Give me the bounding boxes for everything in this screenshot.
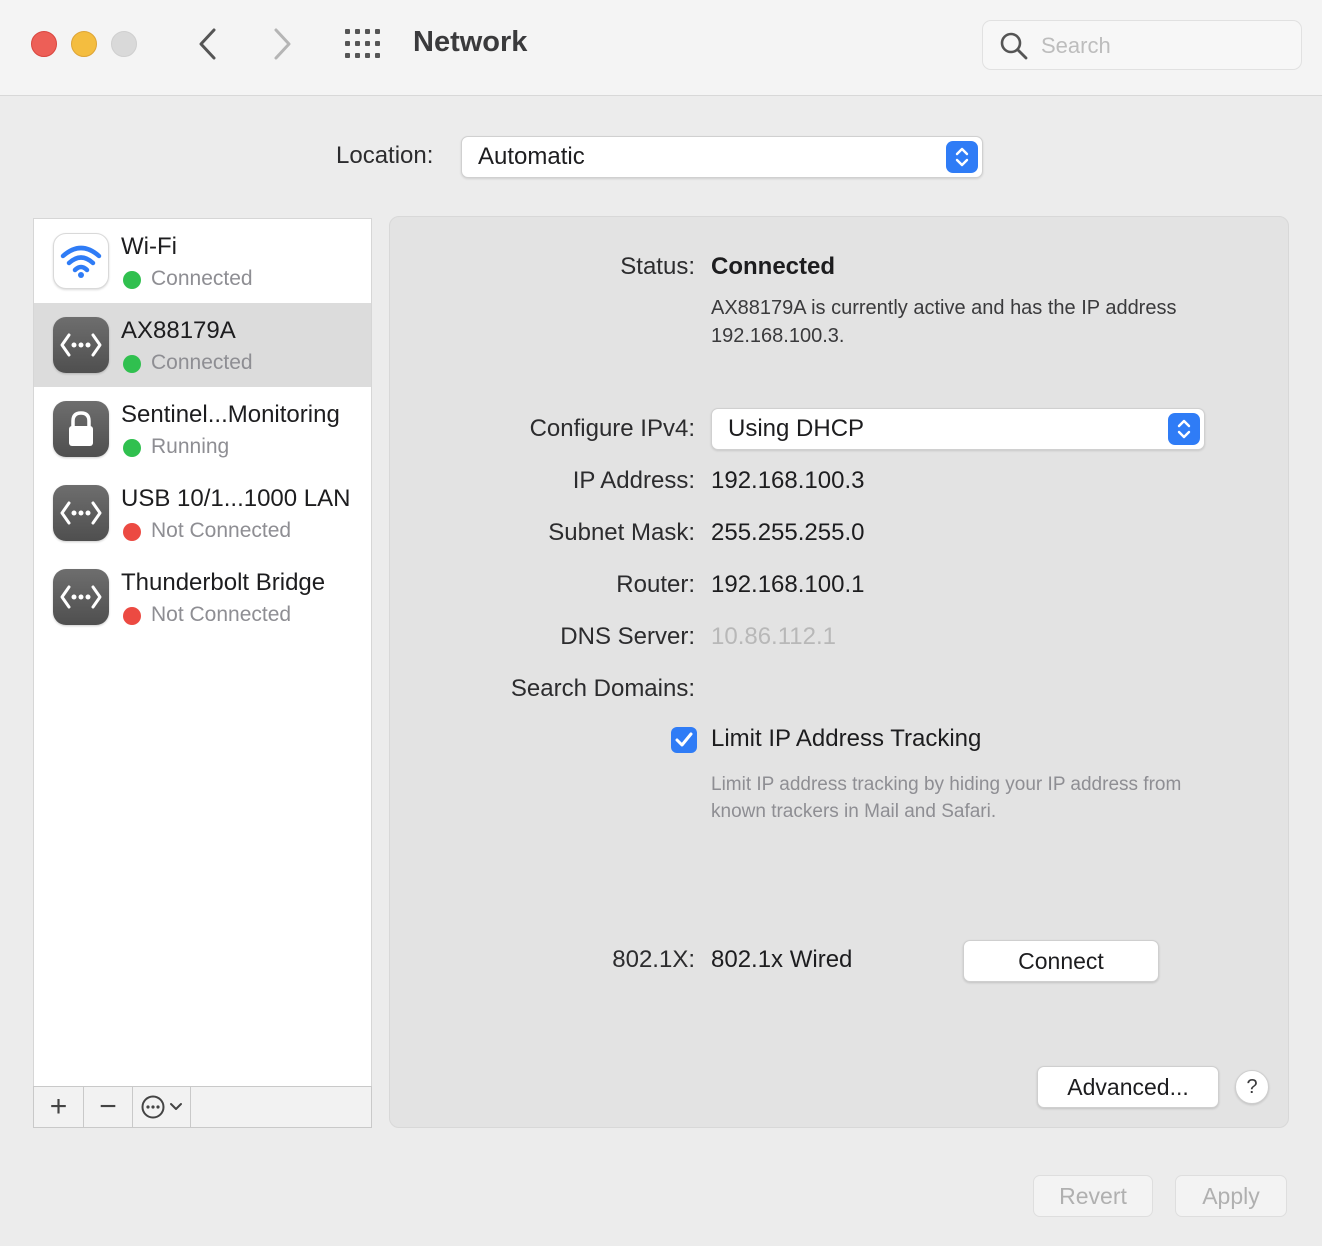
service-name: AX88179A <box>121 317 236 344</box>
wifi-icon <box>53 233 109 289</box>
show-all-button[interactable] <box>343 27 383 61</box>
status-dot-green <box>123 439 141 457</box>
lock-icon <box>53 401 109 457</box>
service-item-wifi[interactable]: Wi-Fi Connected <box>34 219 371 303</box>
service-item-thunderbolt-bridge[interactable]: Thunderbolt Bridge Not Connected <box>34 555 371 639</box>
apply-button[interactable]: Apply <box>1175 1175 1287 1217</box>
service-item-sentinel[interactable]: Sentinel...Monitoring Running <box>34 387 371 471</box>
configure-ipv4-value: Using DHCP <box>728 415 865 442</box>
service-item-usb-lan[interactable]: USB 10/1...1000 LAN Not Connected <box>34 471 371 555</box>
configure-ipv4-popup[interactable]: Using DHCP <box>711 408 1205 450</box>
ethernet-icon <box>53 485 109 541</box>
search-input[interactable] <box>1041 29 1291 63</box>
service-status: Running <box>151 435 230 458</box>
forward-button[interactable] <box>262 24 302 64</box>
service-list[interactable]: Wi-Fi Connected AX88179A Connected Senti… <box>33 218 372 1086</box>
subnet-mask-label: Subnet Mask: <box>548 519 695 546</box>
location-label: Location: <box>336 142 434 169</box>
service-name: USB 10/1...1000 LAN <box>121 485 351 512</box>
ethernet-icon <box>53 317 109 373</box>
advanced-button[interactable]: Advanced... <box>1037 1066 1219 1108</box>
ethernet-icon <box>53 569 109 625</box>
service-item-ax88179a[interactable]: AX88179A Connected <box>34 303 371 387</box>
remove-service-button[interactable]: − <box>84 1087 133 1127</box>
close-window-button[interactable] <box>31 31 57 57</box>
status-value: Connected <box>711 253 836 280</box>
window-title: Network <box>413 26 528 58</box>
search-field[interactable] <box>982 20 1302 70</box>
dns-server-label: DNS Server: <box>560 623 695 650</box>
dns-server-value: 10.86.112.1 <box>711 623 837 650</box>
router-label: Router: <box>616 571 695 598</box>
service-name: Thunderbolt Bridge <box>121 569 326 596</box>
action-menu-button[interactable] <box>133 1087 191 1127</box>
status-dot-red <box>123 607 141 625</box>
dot1x-value: 802.1x Wired <box>711 946 853 973</box>
grid-icon <box>345 29 380 58</box>
minimize-window-button[interactable] <box>71 31 97 57</box>
connect-button[interactable]: Connect <box>963 940 1159 982</box>
status-dot-green <box>123 271 141 289</box>
checkmark-icon <box>675 732 693 747</box>
ellipsis-circle-icon <box>141 1095 165 1119</box>
minus-icon: − <box>99 1090 117 1123</box>
router-value: 192.168.100.1 <box>711 571 865 598</box>
location-value: Automatic <box>478 143 585 170</box>
chevron-right-icon <box>274 28 291 60</box>
status-description: AX88179A is currently active and has the… <box>711 297 1177 347</box>
service-name: Wi-Fi <box>121 233 177 260</box>
revert-button[interactable]: Revert <box>1033 1175 1153 1217</box>
service-status: Connected <box>151 267 253 290</box>
limit-tracking-checkbox[interactable] <box>671 727 697 753</box>
chevron-down-icon <box>170 1103 182 1110</box>
service-status: Not Connected <box>151 603 292 626</box>
status-dot-green <box>123 355 141 373</box>
limit-tracking-description: Limit IP address tracking by hiding your… <box>711 774 1182 822</box>
service-status: Not Connected <box>151 519 292 542</box>
service-status: Connected <box>151 351 253 374</box>
limit-tracking-label[interactable]: Limit IP Address Tracking <box>711 725 981 753</box>
location-popup[interactable]: Automatic <box>461 136 983 178</box>
dot1x-label: 802.1X: <box>612 946 695 973</box>
title-bar: Network <box>0 0 1322 96</box>
zoom-window-button[interactable] <box>111 31 137 57</box>
popup-stepper-icon <box>1168 413 1200 445</box>
search-icon <box>1000 32 1028 60</box>
status-dot-red <box>123 523 141 541</box>
configure-ipv4-label: Configure IPv4: <box>529 415 695 442</box>
status-label: Status: <box>620 253 695 280</box>
ip-address-value: 192.168.100.3 <box>711 467 865 494</box>
ip-address-label: IP Address: <box>572 467 695 494</box>
service-name: Sentinel...Monitoring <box>121 401 340 428</box>
detail-panel: Status: Connected AX88179A is currently … <box>389 216 1289 1128</box>
plus-icon: + <box>49 1090 68 1123</box>
help-button[interactable]: ? <box>1235 1070 1269 1104</box>
search-domains-label: Search Domains: <box>510 675 695 702</box>
popup-stepper-icon <box>946 141 978 173</box>
chevron-left-icon <box>199 28 216 60</box>
back-button[interactable] <box>188 24 228 64</box>
subnet-mask-value: 255.255.255.0 <box>711 519 865 546</box>
add-service-button[interactable]: + <box>34 1087 84 1127</box>
service-list-toolbar: + − <box>33 1086 372 1128</box>
